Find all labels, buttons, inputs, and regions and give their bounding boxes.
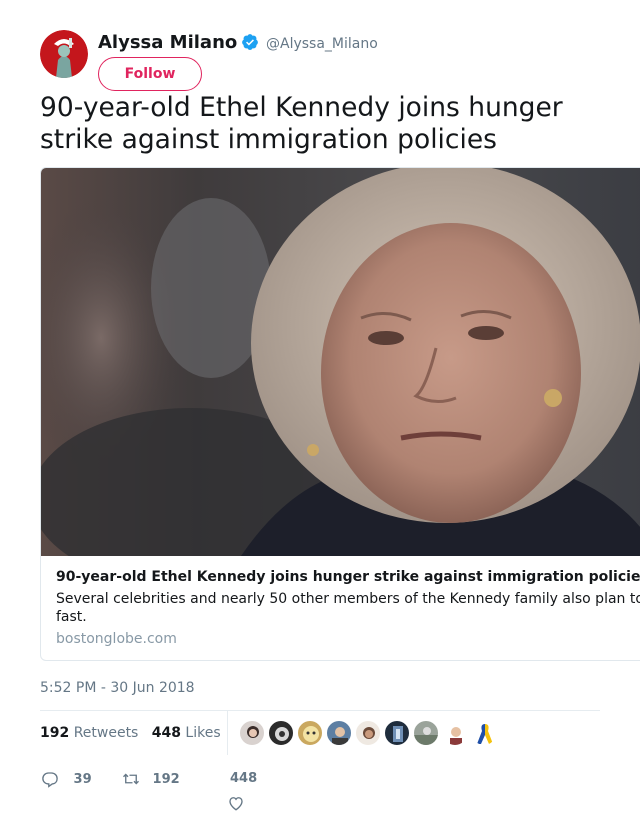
card-photo: [41, 168, 640, 556]
retweet-icon: [123, 773, 139, 785]
liker-avatar[interactable]: [471, 720, 497, 746]
tweet-timestamp[interactable]: 5:52 PM - 30 Jun 2018: [40, 679, 195, 697]
link-card[interactable]: 90-year-old Ethel Kennedy joins hunger s…: [40, 167, 640, 661]
likes-count: 448: [151, 725, 181, 741]
retweet-count: 192: [152, 771, 180, 787]
tweet-text: 90-year-old Ethel Kennedy joins hunger s…: [40, 92, 563, 155]
card-description: Several celebrities and nearly 50 other …: [56, 591, 640, 625]
author-avatar[interactable]: [40, 30, 88, 78]
like-action[interactable]: 448: [230, 770, 257, 788]
likes-label: Likes: [185, 725, 221, 741]
likes-stat[interactable]: 448 Likes: [152, 725, 221, 741]
retweets-stat[interactable]: 192 Retweets: [40, 725, 138, 741]
liker-avatar[interactable]: [239, 720, 265, 746]
like-count: 448: [230, 771, 258, 786]
liker-avatar[interactable]: [355, 720, 381, 746]
heart-icon[interactable]: [227, 794, 245, 812]
retweets-count: 192: [40, 725, 70, 741]
card-title[interactable]: 90-year-old Ethel Kennedy joins hunger s…: [56, 568, 640, 586]
retweets-label: Retweets: [73, 725, 139, 741]
liker-avatar[interactable]: [413, 720, 439, 746]
ribbon-icon: [477, 724, 493, 744]
liker-avatar[interactable]: [297, 720, 323, 746]
avatar-image: [40, 30, 88, 78]
author-display-name[interactable]: Alyssa Milano: [98, 32, 237, 54]
card-domain: bostonglobe.com: [56, 631, 177, 647]
reply-action[interactable]: 39: [40, 770, 92, 789]
liker-avatar[interactable]: [268, 720, 294, 746]
reply-icon: [42, 772, 58, 788]
author-handle[interactable]: @Alyssa_Milano: [266, 35, 378, 53]
stats-separator: [227, 711, 228, 755]
liker-avatar[interactable]: [384, 720, 410, 746]
reply-count: 39: [73, 771, 92, 787]
verified-badge-icon: [242, 34, 258, 50]
divider: [40, 710, 600, 711]
liker-avatar[interactable]: [442, 720, 468, 746]
retweet-action[interactable]: 192: [120, 770, 180, 789]
liker-avatar[interactable]: [326, 720, 352, 746]
follow-button[interactable]: Follow: [98, 57, 202, 91]
engagement-stats: 192 Retweets 448 Likes: [40, 724, 221, 742]
